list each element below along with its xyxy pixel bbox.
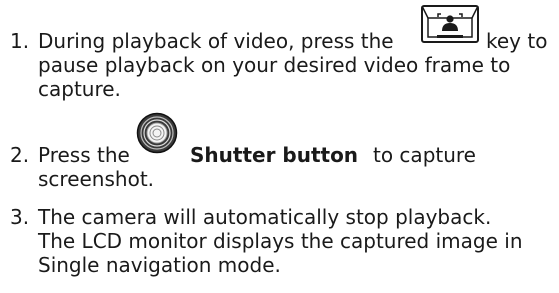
step-text-line: Press the — [38, 143, 130, 167]
step-text-line: During playback of video, press the — [38, 29, 394, 53]
step-number: 1. — [10, 29, 30, 53]
shutter-button-icon — [136, 112, 178, 159]
step-text-line: The LCD monitor displays the captured im… — [38, 229, 523, 253]
capture-key-icon — [420, 4, 480, 49]
step-text-line: capture. — [38, 77, 121, 101]
step-text-line: pause playback on your desired video fra… — [38, 53, 511, 77]
step-number: 3. — [10, 205, 30, 229]
step-number: 2. — [10, 143, 30, 167]
shutter-button-label: Shutter button — [190, 143, 359, 167]
step-text-line: Single navigation mode. — [38, 253, 281, 277]
step-text-line: to capture — [373, 143, 476, 167]
step-text-line: screenshot. — [38, 167, 155, 191]
step-text-line: The camera will automatically stop playb… — [38, 205, 492, 229]
step-text-line: key to — [486, 29, 548, 53]
